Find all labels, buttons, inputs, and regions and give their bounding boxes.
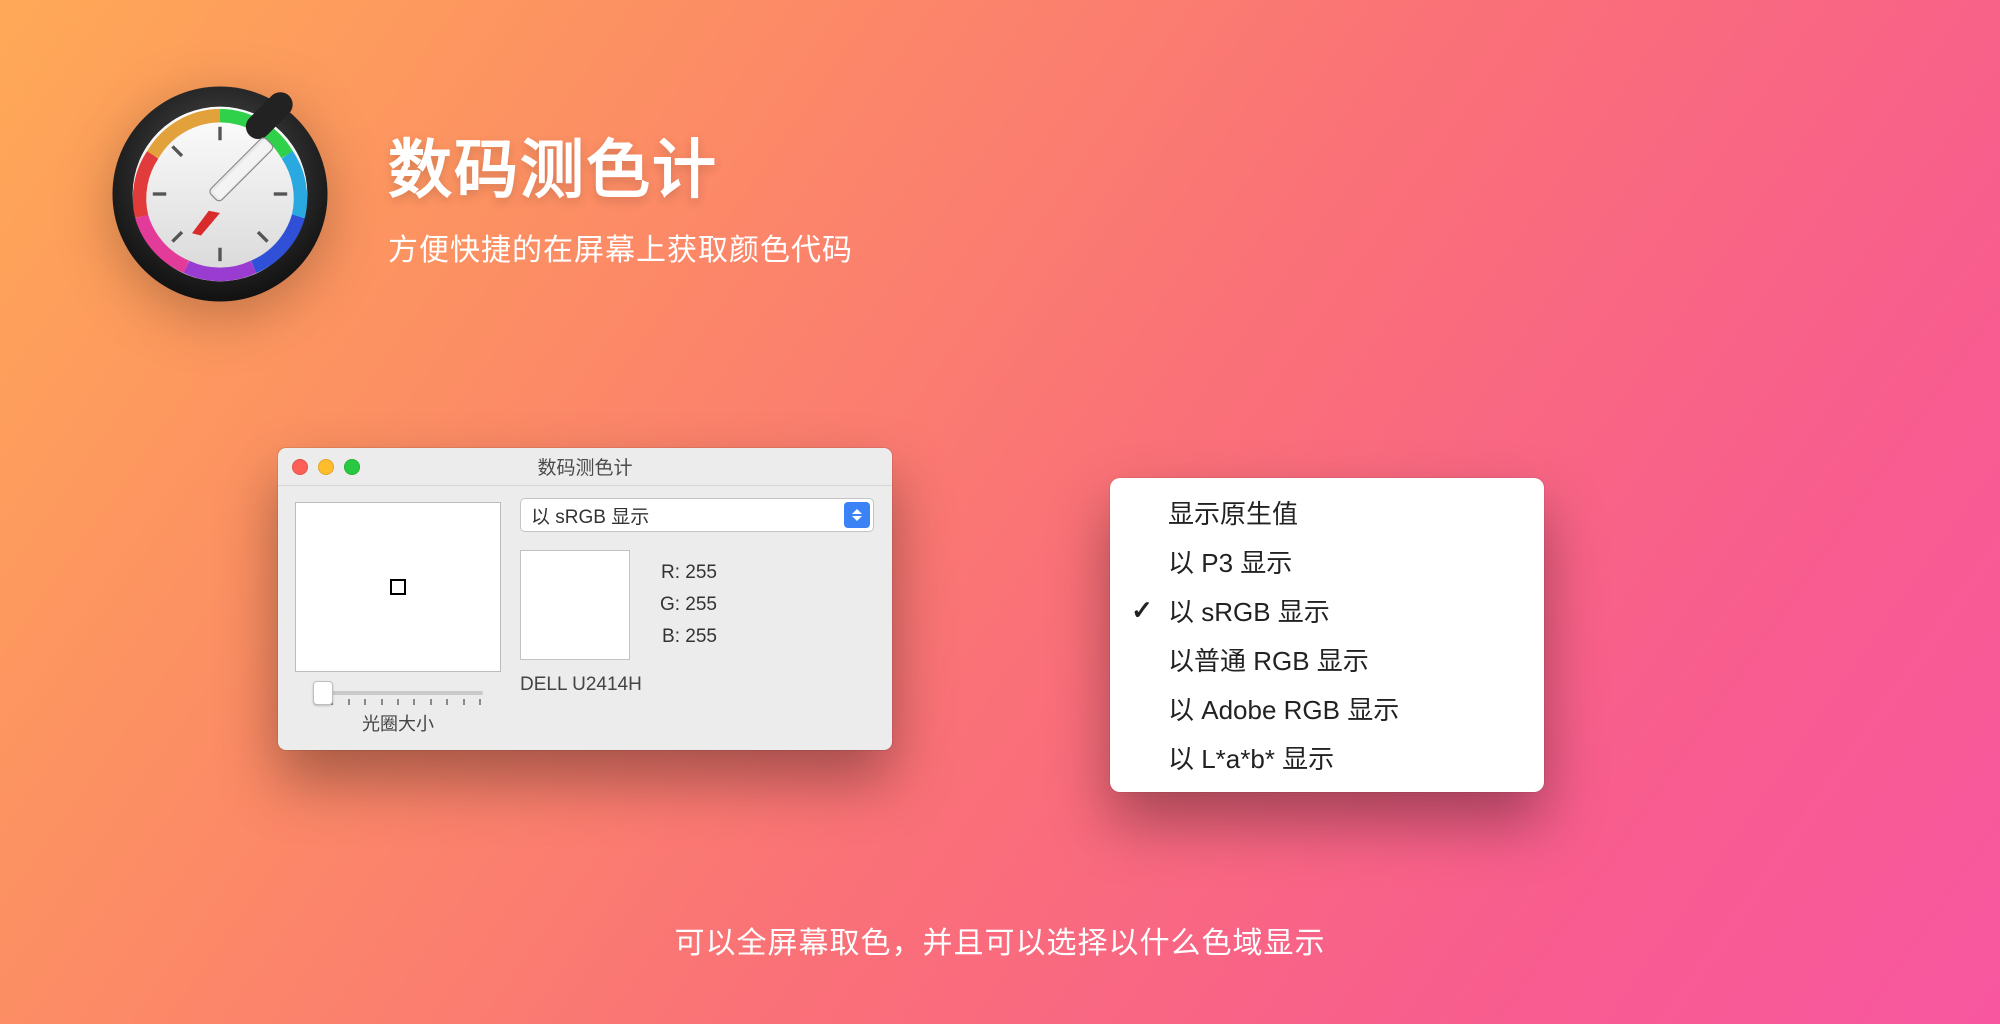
menu-item-label: 以 sRGB 显示	[1168, 592, 1330, 629]
pixel-preview	[295, 502, 501, 672]
color-swatch	[520, 550, 630, 660]
display-name: DELL U2414H	[520, 674, 874, 696]
colorspace-select-value: 以 sRGB 显示	[531, 502, 649, 529]
menu-item-label: 以 L*a*b* 显示	[1168, 739, 1334, 776]
aperture-slider-label: 光圈大小	[362, 710, 434, 736]
feature-caption: 可以全屏幕取色，并且可以选择以什么色域显示	[0, 918, 2000, 962]
aperture-slider-group: 光圈大小	[313, 682, 483, 736]
menu-item-srgb[interactable]: ✓ 以 sRGB 显示	[1110, 586, 1544, 635]
r-label: R:	[656, 562, 680, 584]
window-title: 数码测色计	[278, 453, 892, 480]
app-title: 数码测色计	[388, 119, 853, 211]
r-row: R: 255	[656, 562, 717, 584]
menu-item-p3[interactable]: 以 P3 显示	[1110, 537, 1544, 586]
hero-text: 数码测色计 方便快捷的在屏幕上获取颜色代码	[388, 119, 853, 269]
colorspace-menu: 显示原生值 以 P3 显示 ✓ 以 sRGB 显示 以普通 RGB 显示 以 A…	[1110, 478, 1544, 792]
g-value: 255	[685, 594, 717, 615]
menu-item-adobe-rgb[interactable]: 以 Adobe RGB 显示	[1110, 684, 1544, 733]
select-stepper-icon	[844, 502, 870, 528]
menu-item-label: 以普通 RGB 显示	[1168, 641, 1369, 678]
colorspace-select[interactable]: 以 sRGB 显示	[520, 498, 874, 532]
menu-item-label: 显示原生值	[1168, 494, 1298, 531]
app-subtitle: 方便快捷的在屏幕上获取颜色代码	[388, 225, 853, 269]
b-value: 255	[685, 626, 717, 647]
menu-item-native[interactable]: 显示原生值	[1110, 488, 1544, 537]
values-column: 以 sRGB 显示 R: 255 G: 255 B: 255	[520, 498, 874, 736]
slider-thumb[interactable]	[313, 681, 333, 705]
color-meter-window: 数码测色计 光圈大小 以 sRGB 显示	[278, 448, 892, 750]
b-row: B: 255	[656, 626, 717, 648]
menu-item-label: 以 Adobe RGB 显示	[1168, 690, 1399, 727]
window-titlebar[interactable]: 数码测色计	[278, 448, 892, 486]
swatch-row: R: 255 G: 255 B: 255	[520, 550, 874, 660]
window-body: 光圈大小 以 sRGB 显示 R: 255 G: 255	[278, 486, 892, 750]
r-value: 255	[685, 562, 717, 583]
checkmark-icon: ✓	[1130, 595, 1154, 626]
aperture-indicator	[390, 579, 406, 595]
app-icon	[108, 82, 332, 306]
menu-item-lab[interactable]: 以 L*a*b* 显示	[1110, 733, 1544, 782]
aperture-slider[interactable]	[313, 682, 483, 704]
g-label: G:	[656, 594, 680, 616]
preview-column: 光圈大小	[296, 498, 500, 736]
rgb-values: R: 255 G: 255 B: 255	[656, 550, 717, 660]
menu-item-label: 以 P3 显示	[1168, 543, 1292, 580]
b-label: B:	[656, 626, 680, 648]
hero-section: 数码测色计 方便快捷的在屏幕上获取颜色代码	[108, 82, 853, 306]
g-row: G: 255	[656, 594, 717, 616]
menu-item-generic-rgb[interactable]: 以普通 RGB 显示	[1110, 635, 1544, 684]
